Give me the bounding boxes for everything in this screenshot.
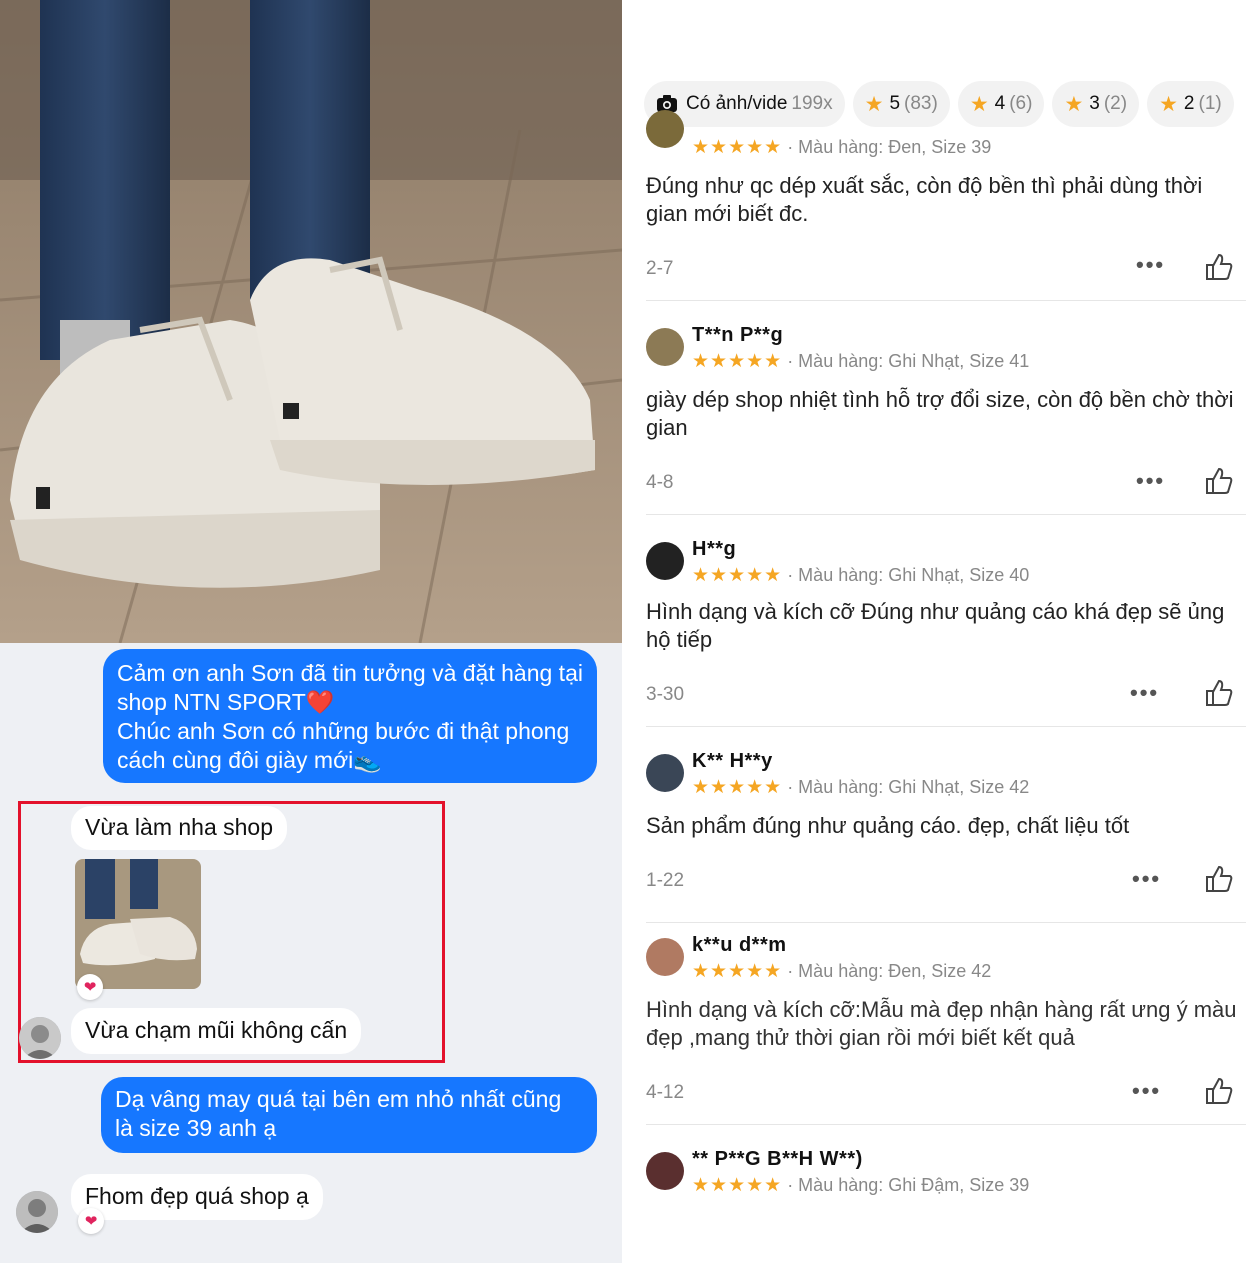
filter-chip-2-star[interactable]: ★ 2 (1) — [1147, 81, 1234, 127]
reviewer-avatar — [646, 1152, 684, 1190]
divider — [646, 1124, 1246, 1125]
avatar — [16, 1191, 58, 1233]
divider — [646, 922, 1246, 923]
like-icon[interactable] — [1204, 1076, 1234, 1106]
like-icon[interactable] — [1204, 678, 1234, 708]
incoming-message: Fhom đẹp quá shop ạ — [71, 1174, 323, 1220]
review-text: Hình dạng và kích cỡ:Mẫu mà đẹp nhận hàn… — [646, 997, 1237, 1050]
review-item: ** P**G B**H W**) ★★★★★ · Màu hàng: Ghi … — [622, 1146, 1246, 1263]
filter-count: (1) — [1198, 93, 1222, 114]
divider — [646, 514, 1246, 515]
message-text: Chúc anh Sơn có những bước đi thật phong… — [117, 718, 570, 773]
review-text: Đúng như qc dép xuất sắc, còn độ bền thì… — [646, 173, 1203, 226]
reviewer-avatar — [646, 938, 684, 976]
message-text: Dạ vâng may quá tại bên em nhỏ nhất cũng… — [115, 1086, 562, 1141]
star-rating: ★★★★★ — [692, 137, 783, 158]
review-item: k**u d**m ★★★★★ · Màu hàng: Đen, Size 42… — [622, 932, 1246, 1124]
review-text: giày dép shop nhiệt tình hỗ trợ đổi size… — [646, 387, 1234, 440]
review-date: 2-7 — [646, 258, 674, 279]
star-rating: ★★★★★ — [692, 961, 783, 982]
more-options-icon[interactable]: ••• — [1136, 468, 1165, 494]
review-meta: ★★★★★ · Màu hàng: Ghi Nhạt, Size 42 — [692, 776, 1029, 799]
review-text: Hình dạng và kích cỡ Đúng như quảng cáo … — [646, 599, 1225, 652]
message-text: Fhom đẹp quá shop ạ — [85, 1183, 309, 1209]
incoming-message: Vừa chạm mũi không cấn — [71, 1008, 362, 1054]
review-text: Sản phẩm đúng như quảng cáo. đẹp, chất l… — [646, 813, 1130, 838]
more-options-icon[interactable]: ••• — [1132, 866, 1161, 892]
review-date: 1-22 — [646, 870, 685, 891]
message-text: Vừa làm nha shop — [85, 814, 274, 840]
variant-info: · Màu hàng: Ghi Nhạt, Size 42 — [787, 777, 1030, 797]
message-text: Vừa chạm mũi không cấn — [85, 1017, 348, 1043]
review-filter-bar: Có ảnh/vide 199x ★ 5 (83) ★ 4 (6) ★ 3 (2) ★ … — [644, 81, 1234, 127]
reviewer-name: T**n P**g — [692, 324, 784, 346]
star-icon: ★ — [969, 92, 989, 116]
avatar — [19, 1017, 61, 1059]
review-meta: ★★★★★ · Màu hàng: Đen, Size 42 — [692, 960, 991, 983]
product-photo — [0, 0, 622, 643]
more-options-icon[interactable]: ••• — [1130, 680, 1159, 706]
review-meta: ★★★★★ · Màu hàng: Ghi Nhạt, Size 40 — [692, 564, 1029, 587]
more-options-icon[interactable]: ••• — [1132, 1078, 1161, 1104]
reviewer-name: H**g — [692, 538, 737, 560]
filter-chip-4-star[interactable]: ★ 4 (6) — [957, 81, 1045, 127]
message-text: Cảm ơn anh Sơn đã tin tưởng và đặt hàng … — [117, 660, 583, 715]
shoe-thumbnail[interactable] — [75, 859, 201, 989]
review-date: 3-30 — [646, 684, 685, 705]
filter-label: 4 — [994, 93, 1006, 114]
heart-reaction-icon[interactable]: ❤ — [77, 974, 103, 1000]
review-item: ★★★★★ · Màu hàng: Đen, Size 39 Đúng như … — [622, 110, 1246, 300]
filter-chip-3-star[interactable]: ★ 3 (2) — [1052, 81, 1140, 127]
outgoing-message: Dạ vâng may quá tại bên em nhỏ nhất cũng… — [101, 1077, 597, 1153]
filter-label: 2 — [1183, 93, 1195, 114]
divider — [646, 726, 1246, 727]
reviewer-avatar — [646, 754, 684, 792]
chat-panel: Cảm ơn anh Sơn đã tin tưởng và đặt hàng … — [0, 0, 622, 1263]
star-rating: ★★★★★ — [692, 1175, 783, 1196]
variant-info: · Màu hàng: Đen, Size 39 — [787, 137, 992, 157]
like-icon[interactable] — [1204, 252, 1234, 282]
reviewer-avatar — [646, 328, 684, 366]
like-icon[interactable] — [1204, 466, 1234, 496]
review-date: 4-8 — [646, 472, 674, 493]
reviewer-avatar — [646, 110, 684, 148]
variant-info: · Màu hàng: Ghi Nhạt, Size 41 — [787, 351, 1030, 371]
variant-info: · Màu hàng: Ghi Nhạt, Size 40 — [787, 565, 1030, 585]
reviewer-name: K** H**y — [692, 750, 773, 772]
heart-reaction-icon[interactable]: ❤ — [78, 1208, 104, 1234]
review-meta: ★★★★★ · Màu hàng: Ghi Đậm, Size 39 — [692, 1174, 1029, 1197]
incoming-message: Vừa làm nha shop — [71, 806, 288, 850]
star-rating: ★★★★★ — [692, 777, 783, 798]
filter-count: 199x — [791, 93, 833, 114]
review-meta: ★★★★★ · Màu hàng: Ghi Nhạt, Size 41 — [692, 350, 1029, 373]
filter-count: (6) — [1009, 93, 1033, 114]
filter-chip-5-star[interactable]: ★ 5 (83) — [852, 81, 950, 127]
star-icon: ★ — [1159, 92, 1178, 116]
outgoing-message-thanks: Cảm ơn anh Sơn đã tin tưởng và đặt hàng … — [103, 649, 597, 783]
review-date: 4-12 — [646, 1082, 685, 1103]
variant-info: · Màu hàng: Ghi Đậm, Size 39 — [787, 1175, 1030, 1195]
review-item: H**g ★★★★★ · Màu hàng: Ghi Nhạt, Size 40… — [622, 536, 1246, 726]
reviews-panel: Có ảnh/vide 199x ★ 5 (83) ★ 4 (6) ★ 3 (2) ★ … — [622, 0, 1246, 1263]
filter-count: (2) — [1103, 93, 1128, 114]
variant-info: · Màu hàng: Đen, Size 42 — [787, 961, 992, 981]
review-item: T**n P**g ★★★★★ · Màu hàng: Ghi Nhạt, Si… — [622, 322, 1246, 514]
like-icon[interactable] — [1204, 864, 1234, 894]
reviewer-name: k**u d**m — [692, 934, 787, 956]
review-meta: ★★★★★ · Màu hàng: Đen, Size 39 — [692, 136, 991, 159]
filter-label: 5 — [889, 93, 901, 114]
divider — [646, 300, 1246, 301]
star-icon: ★ — [1064, 92, 1084, 116]
more-options-icon[interactable]: ••• — [1136, 252, 1165, 278]
star-icon: ★ — [864, 92, 884, 116]
review-item: K** H**y ★★★★★ · Màu hàng: Ghi Nhạt, Siz… — [622, 748, 1246, 922]
star-rating: ★★★★★ — [692, 565, 783, 586]
filter-count: (83) — [904, 93, 938, 114]
filter-label: 3 — [1089, 93, 1100, 114]
reviewer-name: ** P**G B**H W**) — [692, 1148, 863, 1170]
filter-label: Có ảnh/vide — [686, 93, 788, 114]
reviewer-avatar — [646, 542, 684, 580]
star-rating: ★★★★★ — [692, 351, 783, 372]
